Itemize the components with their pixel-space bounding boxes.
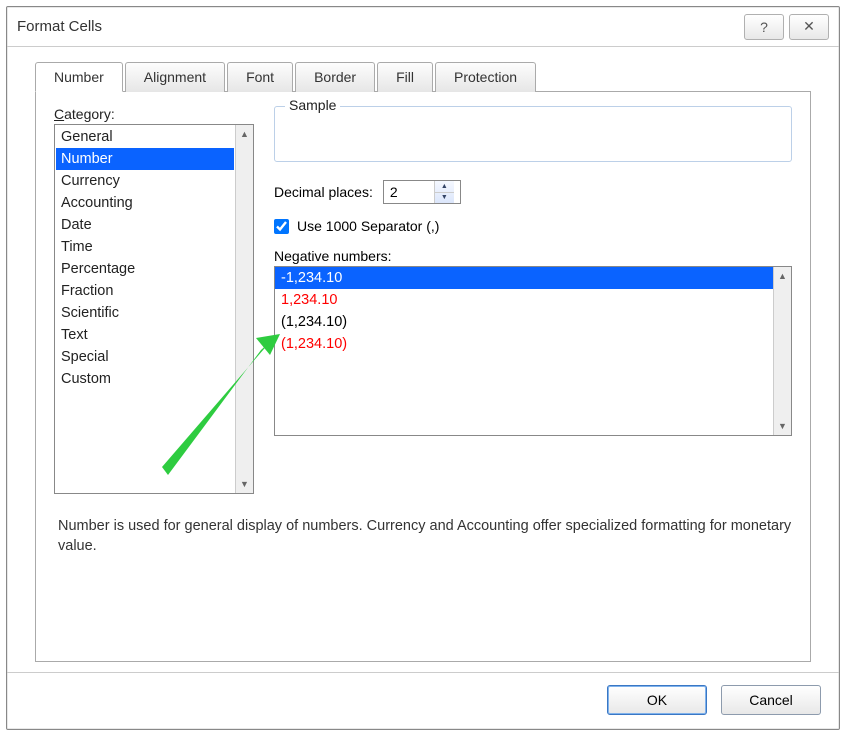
ok-button[interactable]: OK <box>607 685 707 715</box>
tab-font[interactable]: Font <box>227 62 293 92</box>
ok-label: OK <box>647 692 667 708</box>
tab-label: Protection <box>454 69 517 85</box>
category-item-fraction[interactable]: Fraction <box>56 280 234 302</box>
scroll-down-icon[interactable]: ▼ <box>236 475 253 493</box>
category-item-percentage[interactable]: Percentage <box>56 258 234 280</box>
dialog-client: Number Alignment Font Border Fill Protec… <box>7 47 839 672</box>
decimal-row: Decimal places: ▲ ▼ <box>274 180 792 204</box>
tab-border[interactable]: Border <box>295 62 375 92</box>
scroll-up-icon[interactable]: ▲ <box>774 267 791 285</box>
category-item-general[interactable]: General <box>56 126 234 148</box>
cancel-button[interactable]: Cancel <box>721 685 821 715</box>
spinner-down-icon[interactable]: ▼ <box>435 193 454 204</box>
description-text: Number is used for general display of nu… <box>58 516 792 556</box>
category-label: Category: <box>54 106 254 122</box>
thousands-separator-checkbox[interactable]: Use 1000 Separator (,) <box>274 218 792 234</box>
category-item-date[interactable]: Date <box>56 214 234 236</box>
category-item-number[interactable]: Number <box>56 148 234 170</box>
help-button[interactable]: ? <box>744 14 784 40</box>
category-column: Category: General Number Currency Accoun… <box>54 106 254 494</box>
separator-label: Use 1000 Separator (,) <box>297 218 439 234</box>
tab-label: Fill <box>396 69 414 85</box>
tab-fill[interactable]: Fill <box>377 62 433 92</box>
tab-label: Alignment <box>144 69 206 85</box>
negative-label: Negative numbers: <box>274 248 792 264</box>
dialog-title: Format Cells <box>17 18 739 35</box>
category-scrollbar[interactable]: ▲ ▼ <box>235 125 253 493</box>
close-icon: ✕ <box>803 18 815 35</box>
tab-page-number: Category: General Number Currency Accoun… <box>35 92 811 662</box>
scroll-down-icon[interactable]: ▼ <box>774 417 791 435</box>
tab-strip: Number Alignment Font Border Fill Protec… <box>35 61 811 92</box>
format-cells-dialog: Format Cells ? ✕ Number Alignment Font B… <box>6 6 840 730</box>
negative-item-3[interactable]: (1,234.10) <box>275 333 773 355</box>
category-item-custom[interactable]: Custom <box>56 368 234 390</box>
category-item-accounting[interactable]: Accounting <box>56 192 234 214</box>
tab-alignment[interactable]: Alignment <box>125 62 225 92</box>
negative-items: -1,234.10 1,234.10 (1,234.10) (1,234.10) <box>275 267 773 435</box>
category-item-currency[interactable]: Currency <box>56 170 234 192</box>
cancel-label: Cancel <box>749 692 793 708</box>
negative-item-1[interactable]: 1,234.10 <box>275 289 773 311</box>
negative-item-2[interactable]: (1,234.10) <box>275 311 773 333</box>
dialog-footer: OK Cancel <box>7 672 839 729</box>
spinner-buttons: ▲ ▼ <box>434 181 454 203</box>
negative-item-0[interactable]: -1,234.10 <box>275 267 773 289</box>
decimal-spinner[interactable]: ▲ ▼ <box>383 180 461 204</box>
sample-label: Sample <box>285 97 340 113</box>
category-item-special[interactable]: Special <box>56 346 234 368</box>
negative-listbox[interactable]: -1,234.10 1,234.10 (1,234.10) (1,234.10)… <box>274 266 792 436</box>
decimal-input[interactable] <box>384 181 434 203</box>
tab-label: Number <box>54 69 104 85</box>
titlebar: Format Cells ? ✕ <box>7 7 839 47</box>
decimal-label: Decimal places: <box>274 184 373 200</box>
tab-label: Font <box>246 69 274 85</box>
help-icon: ? <box>760 19 768 35</box>
tab-protection[interactable]: Protection <box>435 62 536 92</box>
category-item-scientific[interactable]: Scientific <box>56 302 234 324</box>
scroll-up-icon[interactable]: ▲ <box>236 125 253 143</box>
sample-groupbox: Sample <box>274 106 792 162</box>
close-button[interactable]: ✕ <box>789 14 829 40</box>
tab-label: Border <box>314 69 356 85</box>
category-item-text[interactable]: Text <box>56 324 234 346</box>
tab-number[interactable]: Number <box>35 62 123 92</box>
separator-input[interactable] <box>274 219 289 234</box>
category-item-time[interactable]: Time <box>56 236 234 258</box>
category-listbox[interactable]: General Number Currency Accounting Date … <box>54 124 254 494</box>
spinner-up-icon[interactable]: ▲ <box>435 181 454 193</box>
negative-scrollbar[interactable]: ▲ ▼ <box>773 267 791 435</box>
category-items: General Number Currency Accounting Date … <box>55 125 235 493</box>
options-column: Sample Decimal places: ▲ ▼ Use <box>274 106 792 494</box>
